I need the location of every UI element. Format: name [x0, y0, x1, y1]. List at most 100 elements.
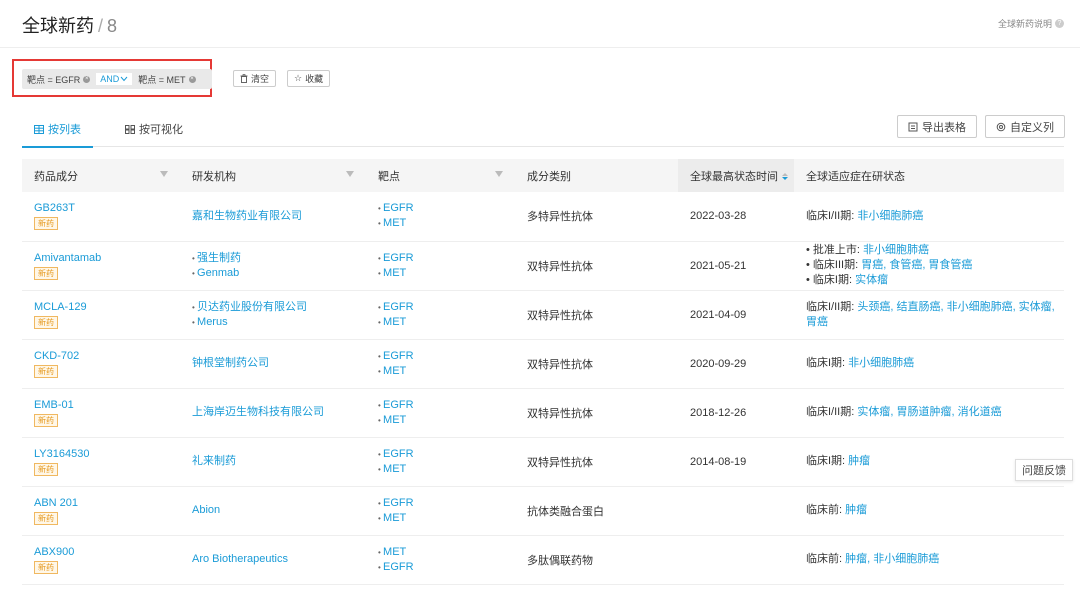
- target-link[interactable]: EGFR: [378, 447, 515, 462]
- target-link[interactable]: EGFR: [378, 300, 515, 315]
- target-link[interactable]: EGFR: [378, 251, 515, 266]
- drug-name-link[interactable]: EMB-01: [34, 399, 180, 411]
- close-icon[interactable]: ×: [83, 75, 91, 83]
- column-header-category[interactable]: 成分类别: [515, 159, 678, 192]
- date-cell: 2022-03-28: [690, 210, 747, 223]
- filter-chip-egfr[interactable]: 靶点 = EGFR ×: [27, 73, 91, 86]
- table-row[interactable]: ABN 201新药AbionEGFRMET抗体类融合蛋白临床前: 肿瘤: [22, 486, 1064, 535]
- org-link[interactable]: 嘉和生物药业有限公司: [192, 209, 366, 224]
- filter-icon[interactable]: [495, 171, 503, 177]
- org-link[interactable]: 上海岸迈生物科技有限公司: [192, 405, 366, 420]
- org-link[interactable]: 强生制药: [192, 251, 366, 266]
- drug-name-link[interactable]: MCLA-129: [34, 301, 180, 313]
- target-link[interactable]: EGFR: [378, 560, 515, 575]
- column-label: 成分类别: [527, 170, 571, 183]
- logic-operator-select[interactable]: AND: [96, 73, 133, 85]
- filter-chip-met[interactable]: 靶点 = MET ×: [138, 73, 196, 86]
- drug-name-link[interactable]: Amivantamab: [34, 252, 180, 264]
- org-cell: Aro Biotherapeutics: [180, 535, 366, 584]
- filter-icon[interactable]: [346, 171, 354, 177]
- feedback-button[interactable]: 问题反馈: [1015, 459, 1073, 481]
- target-link[interactable]: MET: [378, 462, 515, 477]
- column-header-org[interactable]: 研发机构: [180, 159, 366, 192]
- table-row[interactable]: MCLA-129新药贝达药业股份有限公司MerusEGFRMET双特异性抗体20…: [22, 290, 1064, 339]
- indication-links[interactable]: 非小细胞肺癌: [848, 357, 914, 369]
- status-cell: 临床前: 肿瘤: [794, 486, 1064, 535]
- target-link[interactable]: MET: [378, 413, 515, 428]
- help-link[interactable]: 全球新药说明 ?: [998, 17, 1064, 30]
- target-link[interactable]: EGFR: [378, 398, 515, 413]
- indication-links[interactable]: 非小细胞肺癌: [857, 210, 923, 222]
- target-link[interactable]: EGFR: [378, 496, 515, 511]
- org-link[interactable]: 钟根堂制药公司: [192, 356, 366, 371]
- org-link[interactable]: Abion: [192, 503, 366, 518]
- target-link[interactable]: MET: [378, 511, 515, 526]
- tab-list[interactable]: 按列表: [22, 121, 93, 148]
- tab-visualize[interactable]: 按可视化: [125, 121, 183, 137]
- target-link[interactable]: EGFR: [378, 349, 515, 364]
- drug-name-link[interactable]: CKD-702: [34, 350, 180, 362]
- target-cell: EGFRMET: [366, 437, 515, 486]
- custom-columns-button[interactable]: 自定义列: [985, 115, 1065, 138]
- target-link[interactable]: MET: [378, 315, 515, 330]
- drug-name-link[interactable]: ABN 201: [34, 497, 180, 509]
- table-row[interactable]: EMB-01新药上海岸迈生物科技有限公司EGFRMET双特异性抗体2018-12…: [22, 388, 1064, 437]
- indication-links[interactable]: 非小细胞肺癌: [863, 244, 929, 256]
- column-header-date[interactable]: 全球最高状态时间: [678, 159, 794, 192]
- drug-name-link[interactable]: ABX900: [34, 546, 180, 558]
- close-icon[interactable]: ×: [188, 75, 196, 83]
- sort-icon[interactable]: [782, 173, 788, 181]
- column-label: 药品成分: [34, 170, 78, 183]
- org-link[interactable]: 贝达药业股份有限公司: [192, 300, 366, 315]
- drug-table: 药品成分 研发机构 靶点 成分类别 全球最高状态时间 全球适应症在研状态 GB2…: [22, 159, 1064, 585]
- status-phase: 临床I/II期:: [806, 209, 858, 222]
- table-row[interactable]: Amivantamab新药强生制药GenmabEGFRMET双特异性抗体2021…: [22, 241, 1064, 290]
- table-row[interactable]: LY3164530新药礼来制药EGFRMET双特异性抗体2014-08-19临床…: [22, 437, 1064, 486]
- drug-name-link[interactable]: LY3164530: [34, 448, 180, 460]
- date-cell: [678, 535, 794, 584]
- status-line: • 临床I期: 实体瘤: [806, 273, 1064, 288]
- export-table-button[interactable]: 导出表格: [897, 115, 977, 138]
- target-link[interactable]: MET: [378, 266, 515, 281]
- target-link[interactable]: MET: [378, 364, 515, 379]
- column-header-drug[interactable]: 药品成分: [22, 159, 180, 192]
- table-row[interactable]: CKD-702新药钟根堂制药公司EGFRMET双特异性抗体2020-09-29临…: [22, 339, 1064, 388]
- indication-links[interactable]: 实体瘤, 胃肠道肿瘤, 消化道癌: [857, 406, 1001, 418]
- indication-links[interactable]: 肿瘤, 非小细胞肺癌: [845, 553, 939, 565]
- trash-icon: [240, 74, 248, 83]
- indication-links[interactable]: 头颈癌, 结直肠癌, 非小细胞肺癌, 实体瘤,: [857, 301, 1054, 313]
- filter-icon[interactable]: [160, 171, 168, 177]
- favorite-button[interactable]: ☆ 收藏: [287, 70, 331, 87]
- org-link[interactable]: Genmab: [192, 266, 366, 281]
- target-link[interactable]: MET: [378, 216, 515, 231]
- org-cell: 钟根堂制药公司: [180, 339, 366, 388]
- indication-links[interactable]: 肿瘤: [845, 504, 867, 516]
- result-count: 8: [107, 16, 118, 36]
- drug-name-link[interactable]: GB263T: [34, 202, 180, 214]
- org-link[interactable]: Merus: [192, 315, 366, 330]
- indication-links[interactable]: 肿瘤: [848, 455, 870, 467]
- column-label: 全球最高状态时间: [690, 170, 778, 183]
- date-cell: 2020-09-29: [690, 357, 747, 370]
- column-label: 全球适应症在研状态: [806, 170, 905, 183]
- target-link[interactable]: MET: [378, 545, 515, 560]
- grid-icon: [125, 124, 135, 134]
- clear-button[interactable]: 清空: [233, 70, 277, 87]
- table-row[interactable]: GB263T新药嘉和生物药业有限公司EGFRMET多特异性抗体2022-03-2…: [22, 192, 1064, 241]
- table-row[interactable]: ABX900新药Aro BiotherapeuticsMETEGFR多肽偶联药物…: [22, 535, 1064, 584]
- status-cell: • 批准上市: 非小细胞肺癌 • 临床III期: 胃癌, 食管癌, 胃食管癌 • 临…: [794, 241, 1064, 290]
- column-header-status[interactable]: 全球适应症在研状态: [794, 159, 1064, 192]
- new-drug-badge: 新药: [34, 511, 58, 525]
- org-link[interactable]: 礼来制药: [192, 454, 366, 469]
- target-cell: EGFRMET: [366, 388, 515, 437]
- status-cell: 临床I期: 非小细胞肺癌: [794, 339, 1064, 388]
- target-link[interactable]: EGFR: [378, 201, 515, 216]
- indication-links[interactable]: 胃癌: [806, 316, 828, 328]
- column-header-target[interactable]: 靶点: [366, 159, 515, 192]
- drug-cell: ABX900 新药: [22, 535, 180, 584]
- status-line: • 临床III期: 胃癌, 食管癌, 胃食管癌: [806, 258, 1064, 273]
- new-drug-badge: 新药: [34, 315, 58, 329]
- org-link[interactable]: Aro Biotherapeutics: [192, 552, 366, 567]
- indication-links[interactable]: 胃癌, 食管癌, 胃食管癌: [861, 259, 972, 271]
- indication-links[interactable]: 实体瘤: [855, 274, 888, 286]
